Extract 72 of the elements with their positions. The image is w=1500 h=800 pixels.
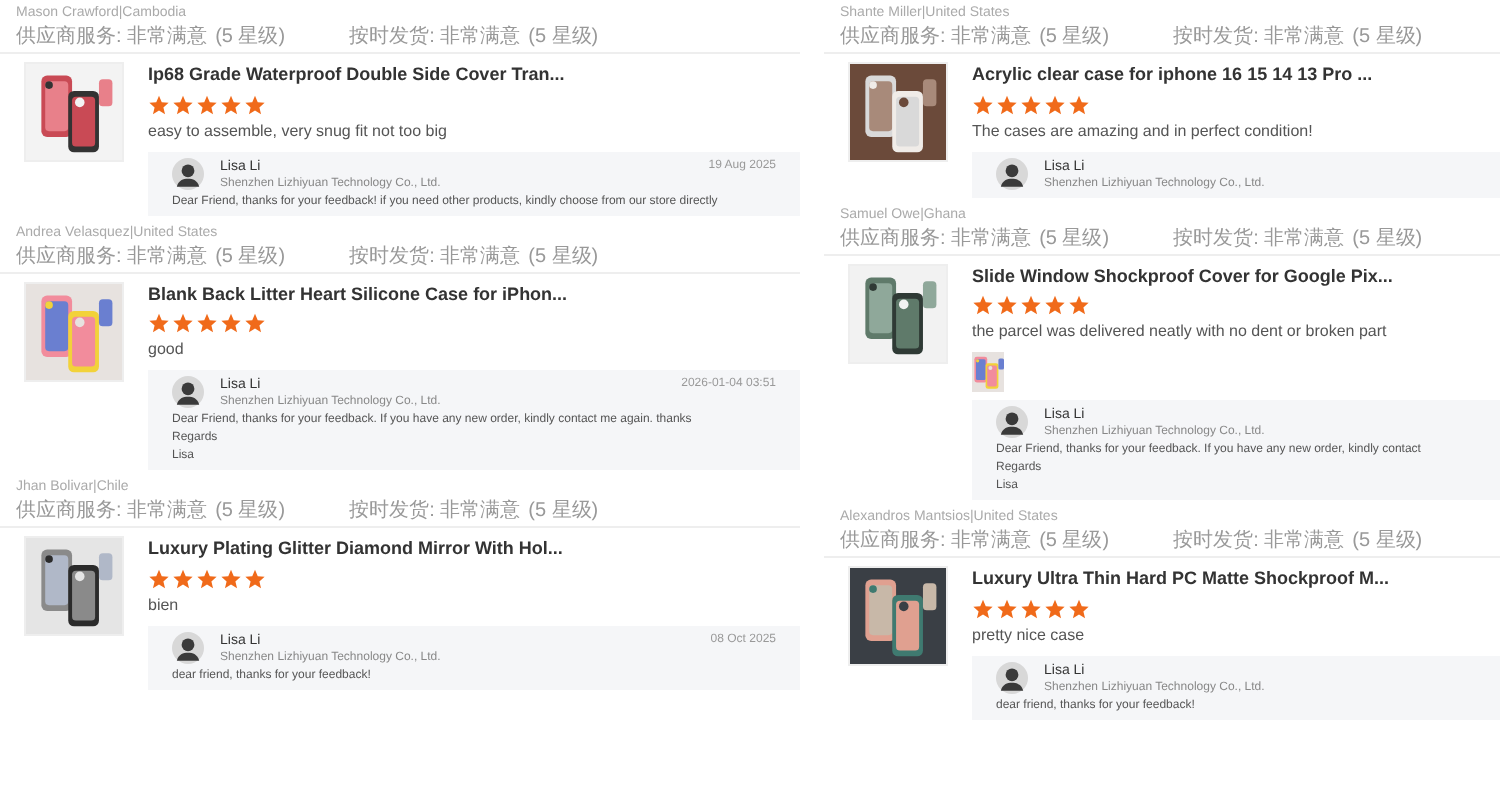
avatar-icon [172,631,204,663]
star-icon [1044,597,1066,619]
rating-label: 供应商服务: 非常满意 [840,227,1032,251]
rating-note: (5 星级) [1352,530,1423,554]
star-icon [148,312,170,334]
rating-note: (5 星级) [528,245,599,269]
rating-label: 按时发货: 非常满意 [1173,26,1345,50]
star-icon [1020,294,1042,316]
product-title[interactable]: Luxury Ultra Thin Hard PC Matte Shockproof M... [972,566,1500,593]
star-icon [996,93,1018,115]
star-icon [148,567,170,589]
rating-note: (5 星级) [1039,530,1110,554]
star-icon [972,294,994,316]
product-title[interactable]: Acrylic clear case for iphone 16 15 14 13 Pro ... [972,62,1500,89]
avatar-icon [996,157,1028,189]
product-title[interactable]: Blank Back Litter Heart Silicone Case for iPhon... [148,281,800,308]
star-icon [1044,93,1066,115]
star-icon [172,93,194,115]
rating-label: 供应商服务: 非常满意 [840,530,1032,554]
rating-label: 供应商服务: 非常满意 [840,26,1032,50]
review-comment: easy to assemble, very snug fit not too big [148,119,449,143]
rating-label: 按时发货: 非常满意 [1173,227,1345,251]
star-icon [196,93,218,115]
rating-note: (5 星级) [1352,227,1423,251]
review-comment: good [148,338,186,362]
star-icon [996,294,1018,316]
review-comment: pretty nice case [972,623,1087,647]
star-icon [172,312,194,334]
star-icon [1020,597,1042,619]
star-icon [1068,93,1090,115]
star-icon [220,567,242,589]
star-icon [1068,294,1090,316]
star-icon [996,597,1018,619]
star-icon [196,567,218,589]
avatar-icon [996,406,1028,438]
rating-label: 按时发货: 非常满意 [349,245,521,269]
avatar-icon [172,376,204,408]
rating-note: (5 星级) [215,500,286,524]
star-icon [244,93,266,115]
rating-label: 供应商服务: 非常满意 [16,245,208,269]
star-icon [196,312,218,334]
star-icon [172,567,194,589]
review-comment: The cases are amazing and in perfect condition! [972,119,1315,143]
product-title[interactable]: Ip68 Grade Waterproof Double Side Cover Tran... [148,62,800,89]
rating-label: 按时发货: 非常满意 [349,500,521,524]
review-comment: bien [148,593,181,617]
star-icon [244,312,266,334]
rating-note: (5 星级) [528,500,599,524]
product-title[interactable]: Slide Window Shockproof Cover for Google Pix... [972,263,1500,290]
star-icon [1044,294,1066,316]
rating-note: (5 星级) [1039,26,1110,50]
star-icon [972,93,994,115]
rating-label: 供应商服务: 非常满意 [16,500,208,524]
star-icon [244,567,266,589]
star-icon [972,597,994,619]
star-icon [1020,93,1042,115]
rating-note: (5 星级) [1039,227,1110,251]
rating-note: (5 星级) [528,26,599,50]
star-icon [220,312,242,334]
star-icon [1068,597,1090,619]
avatar-icon [172,157,204,189]
rating-note: (5 星级) [215,245,286,269]
avatar-icon [996,661,1028,693]
review-comment: the parcel was delivered neatly with no dent or broken part [972,320,1389,344]
rating-label: 按时发货: 非常满意 [349,26,521,50]
star-icon [148,93,170,115]
rating-label: 供应商服务: 非常满意 [16,26,208,50]
rating-note: (5 星级) [215,26,286,50]
rating-label: 按时发货: 非常满意 [1173,530,1345,554]
rating-note: (5 星级) [1352,26,1423,50]
star-icon [220,93,242,115]
product-title[interactable]: Luxury Plating Glitter Diamond Mirror With Hol... [148,536,800,563]
